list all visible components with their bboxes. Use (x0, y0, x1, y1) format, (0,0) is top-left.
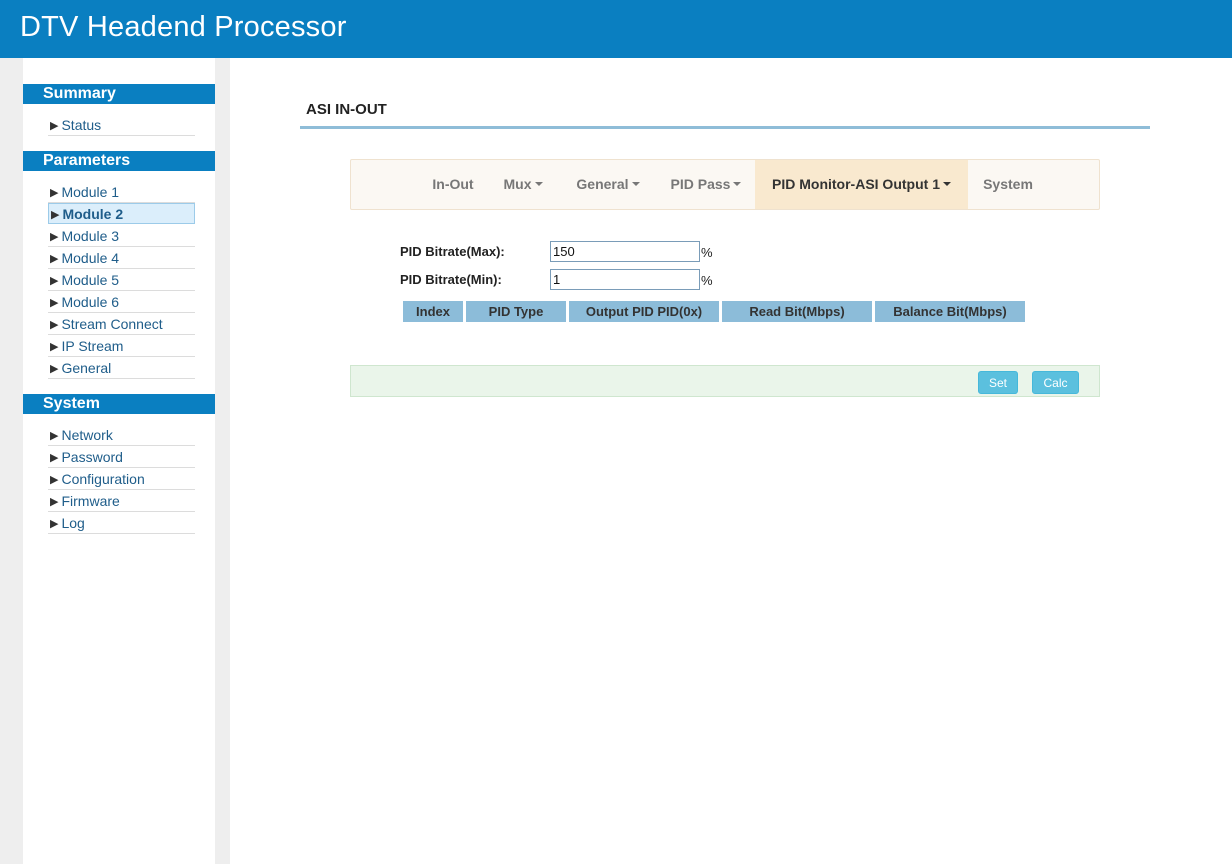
sidebar-item-ip-stream[interactable]: ▶ IP Stream (48, 336, 195, 357)
sidebar-item-status[interactable]: ▶ Status (48, 115, 195, 136)
sidebar-item-label: IP Stream (61, 338, 124, 354)
sidebar-item-label: Module 2 (62, 206, 124, 222)
sidebar-section-system: System (23, 394, 215, 414)
sidebar-item-module-4[interactable]: ▶ Module 4 (48, 248, 195, 269)
sidebar-item-label: General (61, 360, 112, 376)
sidebar-item-module-5[interactable]: ▶ Module 5 (48, 270, 195, 291)
triangle-right-icon: ▶ (50, 430, 59, 442)
pid-bitrate-min-label: PID Bitrate(Min): (400, 272, 502, 287)
sidebar-item-label: Stream Connect (61, 316, 163, 332)
column-header-output-pid: Output PID PID(0x) (569, 301, 719, 322)
page-title: ASI IN-OUT (306, 101, 387, 118)
sidebar-item-stream-connect[interactable]: ▶ Stream Connect (48, 314, 195, 335)
triangle-right-icon: ▶ (50, 120, 59, 132)
main-content: ASI IN-OUT In-Out Mux General PID Pass P… (230, 58, 1232, 864)
sidebar-item-label: Configuration (61, 471, 145, 487)
caret-down-icon (942, 182, 951, 187)
pid-bitrate-max-label: PID Bitrate(Max): (400, 244, 505, 259)
triangle-right-icon: ▶ (50, 231, 59, 243)
sidebar-item-log[interactable]: ▶ Log (48, 513, 195, 534)
sidebar-item-label: Module 1 (61, 184, 120, 200)
column-header-read-bit: Read Bit(Mbps) (722, 301, 872, 322)
triangle-right-icon: ▶ (50, 187, 59, 199)
tab-in-out[interactable]: In-Out (418, 160, 488, 209)
calc-button[interactable]: Calc (1032, 371, 1079, 394)
app-title: DTV Headend Processor (20, 11, 347, 43)
sidebar-item-label: Module 6 (61, 294, 120, 310)
sidebar-item-network[interactable]: ▶ Network (48, 425, 195, 446)
sidebar-item-firmware[interactable]: ▶ Firmware (48, 491, 195, 512)
sidebar-item-configuration[interactable]: ▶ Configuration (48, 469, 195, 490)
sidebar-item-module-3[interactable]: ▶ Module 3 (48, 226, 195, 247)
sidebar-section-parameters: Parameters (23, 151, 215, 171)
sidebar-section-summary: Summary (23, 84, 215, 104)
sidebar-item-module-2[interactable]: ▶ Module 2 (48, 203, 195, 224)
tab-pid-monitor-asi-output-1[interactable]: PID Monitor-ASI Output 1 (755, 160, 968, 209)
sidebar-item-label: Network (61, 427, 113, 443)
column-header-pid-type: PID Type (466, 301, 566, 322)
column-header-index: Index (403, 301, 463, 322)
column-header-balance-bit: Balance Bit(Mbps) (875, 301, 1025, 322)
triangle-right-icon: ▶ (50, 474, 59, 486)
tab-label: Mux (503, 176, 532, 192)
caret-down-icon (534, 182, 543, 187)
triangle-right-icon: ▶ (50, 452, 59, 464)
sidebar-item-password[interactable]: ▶ Password (48, 447, 195, 468)
title-divider (300, 126, 1150, 129)
sidebar-item-label: Password (61, 449, 123, 465)
sidebar-item-label: Log (61, 515, 85, 531)
sidebar-item-label: Module 3 (61, 228, 120, 244)
sidebar-item-label: Module 4 (61, 250, 120, 266)
percent-unit: % (701, 245, 713, 260)
tab-label: System (983, 176, 1033, 192)
caret-down-icon (631, 182, 640, 187)
sidebar-item-label: Status (61, 117, 102, 133)
sidebar: Summary ▶ Status Parameters ▶ Module 1 ▶ Mo… (23, 58, 215, 864)
triangle-right-icon: ▶ (50, 319, 59, 331)
triangle-right-icon: ▶ (51, 209, 60, 221)
sidebar-item-label: Module 5 (61, 272, 120, 288)
tab-general[interactable]: General (561, 160, 655, 209)
percent-unit: % (701, 273, 713, 288)
pid-bitrate-max-input[interactable] (550, 241, 700, 262)
sidebar-item-module-1[interactable]: ▶ Module 1 (48, 182, 195, 203)
triangle-right-icon: ▶ (50, 496, 59, 508)
tab-mux[interactable]: Mux (491, 160, 555, 209)
tab-label: General (576, 176, 629, 192)
tab-label: PID Pass (670, 176, 731, 192)
triangle-right-icon: ▶ (50, 253, 59, 265)
tab-pid-pass[interactable]: PID Pass (658, 160, 754, 209)
triangle-right-icon: ▶ (50, 297, 59, 309)
triangle-right-icon: ▶ (50, 518, 59, 530)
caret-down-icon (733, 182, 742, 187)
sidebar-item-label: Firmware (61, 493, 120, 509)
triangle-right-icon: ▶ (50, 363, 59, 375)
action-bar: Set Calc (350, 365, 1100, 397)
tab-bar: In-Out Mux General PID Pass PID Monitor-… (350, 159, 1100, 210)
tab-system[interactable]: System (973, 160, 1043, 209)
top-header-bar: DTV Headend Processor (0, 0, 1232, 58)
tab-label: In-Out (432, 176, 474, 192)
pid-bitrate-min-input[interactable] (550, 269, 700, 290)
set-button[interactable]: Set (978, 371, 1018, 394)
sidebar-item-general[interactable]: ▶ General (48, 358, 195, 379)
triangle-right-icon: ▶ (50, 275, 59, 287)
sidebar-item-module-6[interactable]: ▶ Module 6 (48, 292, 195, 313)
triangle-right-icon: ▶ (50, 341, 59, 353)
tab-label: PID Monitor-ASI Output 1 (772, 176, 940, 192)
